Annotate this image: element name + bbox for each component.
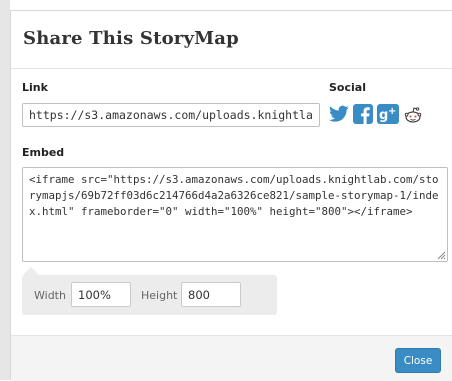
- dialog-title: Share This StoryMap: [23, 28, 239, 49]
- facebook-icon[interactable]: [353, 104, 373, 128]
- height-label: Height: [141, 289, 178, 302]
- share-dialog: Share This StoryMap Link Social g +: [10, 10, 452, 381]
- width-input[interactable]: [71, 282, 131, 307]
- dialog-footer: Close: [11, 335, 452, 381]
- reddit-icon[interactable]: [403, 104, 423, 128]
- size-panel-arrow: [23, 267, 39, 275]
- embed-label: Embed: [22, 146, 65, 159]
- link-field[interactable]: [22, 103, 320, 127]
- height-input[interactable]: [181, 282, 241, 307]
- link-label: Link: [22, 81, 48, 94]
- google-plus-icon[interactable]: g +: [377, 104, 399, 128]
- svg-text:g: g: [379, 108, 388, 123]
- social-buttons: g +: [329, 103, 423, 129]
- twitter-icon[interactable]: [329, 105, 349, 127]
- dialog-header: Share This StoryMap: [11, 11, 452, 69]
- svg-text:+: +: [388, 106, 396, 117]
- embed-code-field[interactable]: <iframe src="https://s3.amazonaws.com/up…: [22, 167, 448, 262]
- page-backdrop: [0, 0, 10, 380]
- size-panel: Width Height: [22, 275, 277, 315]
- width-label: Width: [34, 289, 66, 302]
- close-button[interactable]: Close: [395, 348, 441, 373]
- resize-grip-icon[interactable]: [437, 251, 446, 260]
- social-label: Social: [329, 81, 366, 94]
